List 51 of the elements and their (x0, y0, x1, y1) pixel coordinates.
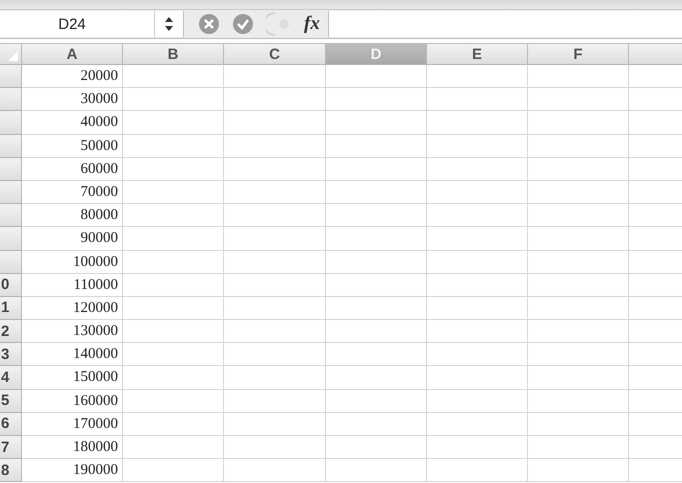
row-header[interactable]: 8 (0, 459, 22, 482)
name-box[interactable]: D24 (0, 11, 155, 37)
table-cell: 130000 (22, 320, 123, 344)
column-header[interactable]: C (224, 44, 326, 65)
column-header[interactable]: F (528, 44, 629, 65)
table-cell: 70000 (22, 180, 123, 204)
table-cell: 80000 (22, 204, 123, 228)
table-cell: 50000 (22, 134, 123, 158)
formula-input[interactable] (328, 11, 682, 37)
row-header[interactable]: 2 (0, 320, 22, 344)
table-cell: 140000 (22, 343, 123, 366)
select-all-button[interactable] (0, 44, 22, 65)
triangle-icon (8, 51, 18, 61)
table-cell: 60000 (22, 158, 123, 181)
table-cell: 160000 (22, 390, 123, 413)
row-header[interactable]: 7 (0, 436, 22, 460)
function-button[interactable]: fx (304, 13, 320, 35)
column-header[interactable]: E (427, 44, 528, 65)
table-cell: 20000 (22, 65, 123, 88)
table-cell: 40000 (22, 111, 123, 135)
cancel-icon[interactable] (198, 13, 220, 35)
row-header[interactable] (0, 88, 22, 112)
row-header[interactable]: 6 (0, 412, 22, 436)
row-header[interactable] (0, 180, 22, 204)
row-header[interactable] (0, 227, 22, 250)
table-cell: 30000 (22, 88, 123, 112)
table-cell: 120000 (22, 296, 123, 320)
table-cell: 110000 (22, 274, 123, 297)
table-cell: 190000 (22, 459, 123, 482)
row-header[interactable]: 0 (0, 274, 22, 297)
row-header[interactable] (0, 134, 22, 158)
circle-button-icon[interactable] (266, 11, 292, 37)
row-header[interactable]: 3 (0, 343, 22, 366)
check-icon[interactable] (232, 13, 254, 35)
column-header[interactable]: B (123, 44, 224, 65)
row-header[interactable]: 4 (0, 366, 22, 390)
row-header[interactable]: 1 (0, 296, 22, 320)
row-header[interactable] (0, 158, 22, 181)
table-cell: 180000 (22, 436, 123, 460)
row-header[interactable] (0, 204, 22, 228)
row-header[interactable] (0, 250, 22, 274)
row-header[interactable]: 5 (0, 390, 22, 413)
stepper-icon[interactable] (155, 11, 184, 37)
table-cell: 90000 (22, 227, 123, 250)
column-header[interactable]: A (22, 44, 123, 65)
table-cell: 150000 (22, 366, 123, 390)
column-header[interactable] (629, 44, 682, 65)
row-header[interactable] (0, 111, 22, 135)
table-cell: 100000 (22, 250, 123, 274)
table-cell: 170000 (22, 412, 123, 436)
row-header[interactable] (0, 65, 22, 88)
